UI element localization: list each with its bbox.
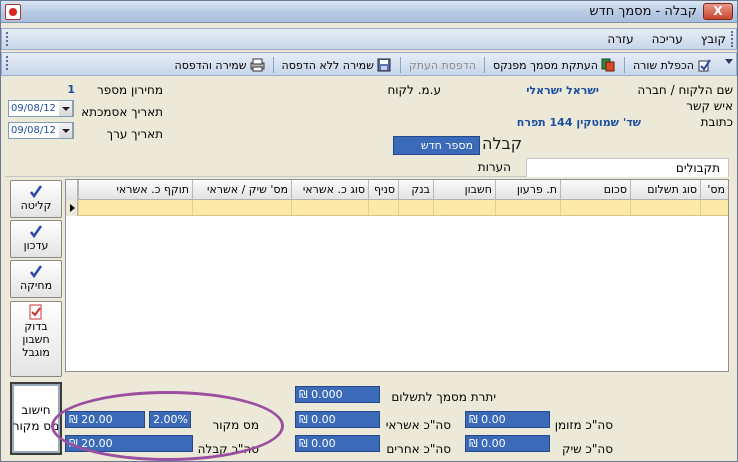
- address-label: כתובת: [700, 115, 733, 129]
- shekel-icon: ₪: [69, 413, 78, 426]
- absorb-button[interactable]: קליטה: [10, 180, 62, 218]
- price-list-label: מחירון מספר: [96, 83, 163, 97]
- menu-file[interactable]: קובץ: [701, 32, 726, 46]
- save-print-button[interactable]: שמירה והדפסה: [169, 56, 271, 74]
- customer-label: שם הלקוח / חברה: [637, 83, 733, 97]
- doc-date-value: 09/08/12: [11, 103, 56, 114]
- check-total-label: סה"כ שיק: [561, 442, 613, 456]
- toolbar: הכפלת שורה העתקת מסמך מפנקס הדפסת העתק ש…: [1, 52, 737, 76]
- value-date-label: תאריך ערך: [106, 127, 163, 141]
- shekel-icon: ₪: [469, 413, 478, 426]
- shekel-icon: ₪: [299, 413, 308, 426]
- address-value[interactable]: שד' שמוטקין 144 תפרח: [517, 116, 641, 129]
- doc-date-label: תאריך אסמכתא: [81, 105, 163, 119]
- shekel-icon: ₪: [469, 437, 478, 450]
- customer-value[interactable]: ישראל ישראלי: [526, 84, 599, 97]
- vat-id-label: ע.מ. לקוח: [387, 83, 441, 97]
- toolbar-overflow-icon[interactable]: [725, 59, 733, 64]
- menu-bar: קובץ עריכה עזרה: [1, 28, 737, 50]
- grid-header: מס' סוג תשלום סכום ת. פרעון חשבון בנק סנ…: [66, 180, 728, 200]
- col-due-date[interactable]: ת. פרעון: [495, 180, 560, 200]
- tab-strip: תקבולים הערות: [5, 158, 729, 177]
- copy-document-button[interactable]: העתקת מסמך מפנקס: [487, 56, 622, 74]
- grid-corner: [66, 180, 78, 200]
- col-amount[interactable]: סכום: [560, 180, 630, 200]
- col-payment-type[interactable]: סוג תשלום: [630, 180, 700, 200]
- window-title: קבלה - מסמך חדש: [589, 4, 697, 19]
- menu-help[interactable]: עזרה: [607, 32, 633, 46]
- save-no-print-button[interactable]: שמירה ללא הדפסה: [276, 56, 398, 74]
- other-total-label: סה"כ אחרים: [386, 442, 451, 456]
- check-pen-icon: [28, 223, 44, 239]
- menu-edit[interactable]: עריכה: [652, 32, 683, 46]
- save-no-print-icon: [377, 58, 392, 72]
- cash-total-label: סה"כ מזומן: [554, 418, 613, 432]
- tab-notes[interactable]: הערות: [470, 158, 519, 177]
- shekel-icon: ₪: [299, 437, 308, 450]
- duplicate-row-button[interactable]: הכפלת שורה: [627, 56, 718, 74]
- col-number[interactable]: מס': [700, 180, 728, 200]
- check-pen-icon: [28, 183, 44, 199]
- table-row[interactable]: [66, 200, 728, 216]
- document-number-field[interactable]: מספר חדש: [393, 136, 480, 155]
- withholding-percent-field[interactable]: 2.00%: [149, 411, 191, 428]
- calc-withholding-button[interactable]: חישוב מס מקור: [10, 382, 62, 455]
- shekel-icon: ₪: [299, 388, 308, 401]
- menu-grip-icon[interactable]: [6, 32, 9, 46]
- row-selector-icon[interactable]: [66, 200, 78, 216]
- col-credit-expiry[interactable]: תוקף כ. אשראי: [78, 180, 192, 200]
- check-restricted-account-button[interactable]: בדוק חשבון מוגבל: [10, 301, 62, 377]
- receipt-window: קבלה - מסמך חדש X קובץ עריכה עזרה הכפלת …: [0, 0, 738, 462]
- toolbar-separator: [399, 57, 401, 73]
- value-date-picker[interactable]: 09/08/12: [8, 122, 74, 139]
- cash-total-field[interactable]: ₪ 0.00: [465, 411, 550, 428]
- col-check-number[interactable]: מס' שיק / אשראי: [192, 180, 291, 200]
- check-pen-icon: [28, 263, 44, 279]
- document-type-title: קבלה: [482, 134, 523, 153]
- delete-button[interactable]: מחיקה: [10, 260, 62, 298]
- payments-grid[interactable]: מס' סוג תשלום סכום ת. פרעון חשבון בנק סנ…: [65, 179, 729, 372]
- receipt-total-field[interactable]: ₪ 20.00: [65, 435, 193, 452]
- print-copy-button[interactable]: הדפסת העתק: [403, 56, 482, 74]
- checklist-icon: [28, 304, 44, 320]
- toolbar-separator: [483, 57, 485, 73]
- shekel-icon: ₪: [69, 437, 78, 450]
- toolbar-grip-icon[interactable]: [6, 56, 9, 70]
- check-total-field[interactable]: ₪ 0.00: [465, 435, 550, 452]
- duplicate-row-icon: [697, 58, 712, 72]
- credit-total-label: סה"כ אשראי: [385, 418, 451, 432]
- price-list-value[interactable]: 1: [67, 83, 75, 96]
- menu-grip-right-icon: [729, 31, 733, 47]
- toolbar-separator: [623, 57, 625, 73]
- save-print-icon: [250, 58, 265, 72]
- title-bar[interactable]: קבלה - מסמך חדש X: [1, 1, 737, 23]
- col-account[interactable]: חשבון: [433, 180, 495, 200]
- credit-total-field[interactable]: ₪ 0.00: [295, 411, 380, 428]
- chevron-down-icon[interactable]: [59, 123, 73, 138]
- remaining-label: יתרת מסמך לתשלום: [391, 390, 496, 404]
- copy-document-icon: [601, 58, 616, 72]
- doc-date-picker[interactable]: 09/08/12: [8, 100, 74, 117]
- tab-receipts[interactable]: תקבולים: [526, 158, 729, 177]
- withholding-label: מס מקור: [212, 418, 259, 432]
- update-button[interactable]: עדכון: [10, 220, 62, 258]
- toolbar-separator: [272, 57, 274, 73]
- other-total-field[interactable]: ₪ 0.00: [295, 435, 380, 452]
- withholding-amount-field[interactable]: ₪ 20.00: [65, 411, 145, 428]
- remaining-field[interactable]: ₪ 0.000: [295, 386, 380, 403]
- contact-label: איש קשר: [686, 99, 733, 113]
- col-credit-type[interactable]: סוג כ. אשראי: [291, 180, 368, 200]
- col-branch[interactable]: סניף: [368, 180, 398, 200]
- value-date-value: 09/08/12: [11, 125, 56, 136]
- app-icon: [5, 4, 21, 20]
- close-button[interactable]: X: [703, 3, 733, 20]
- col-bank[interactable]: בנק: [398, 180, 433, 200]
- chevron-down-icon[interactable]: [59, 101, 73, 116]
- receipt-total-label: סה"כ קבלה: [197, 442, 259, 456]
